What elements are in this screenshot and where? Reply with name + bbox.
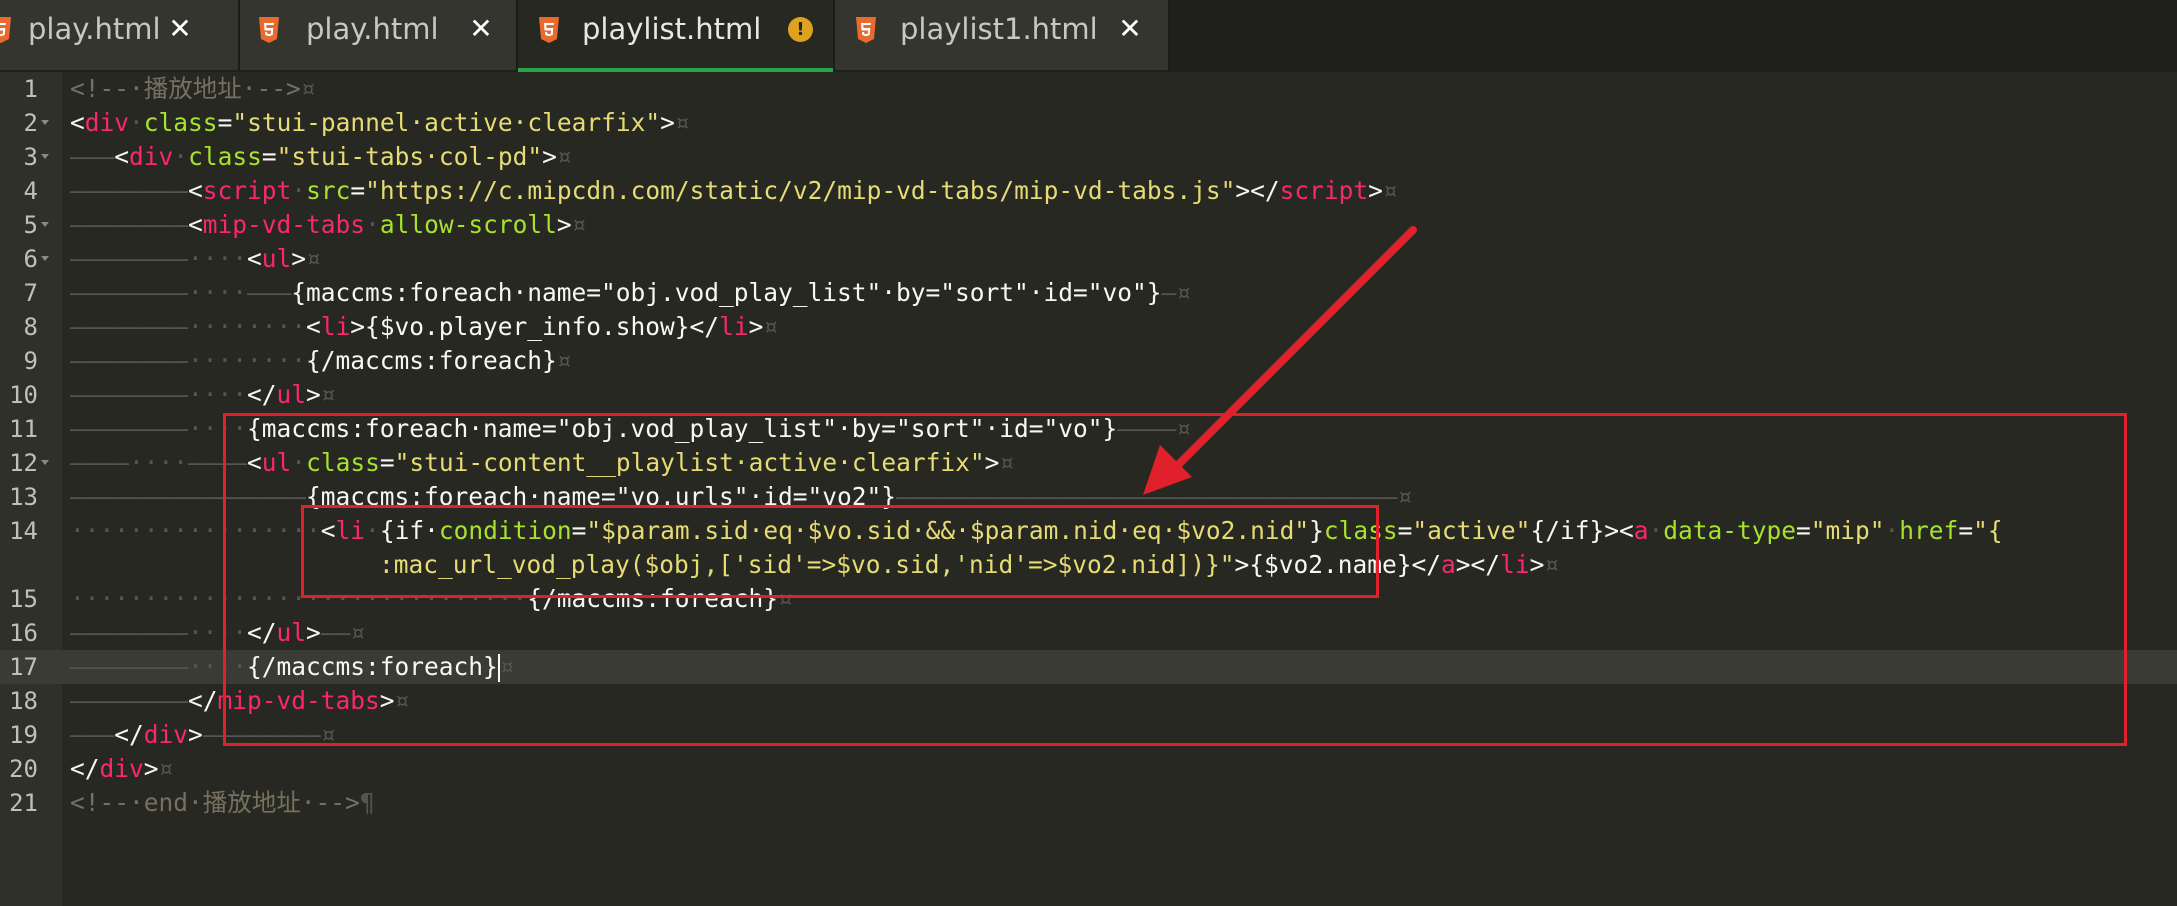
annotation-arrow-icon	[1143, 226, 1417, 495]
